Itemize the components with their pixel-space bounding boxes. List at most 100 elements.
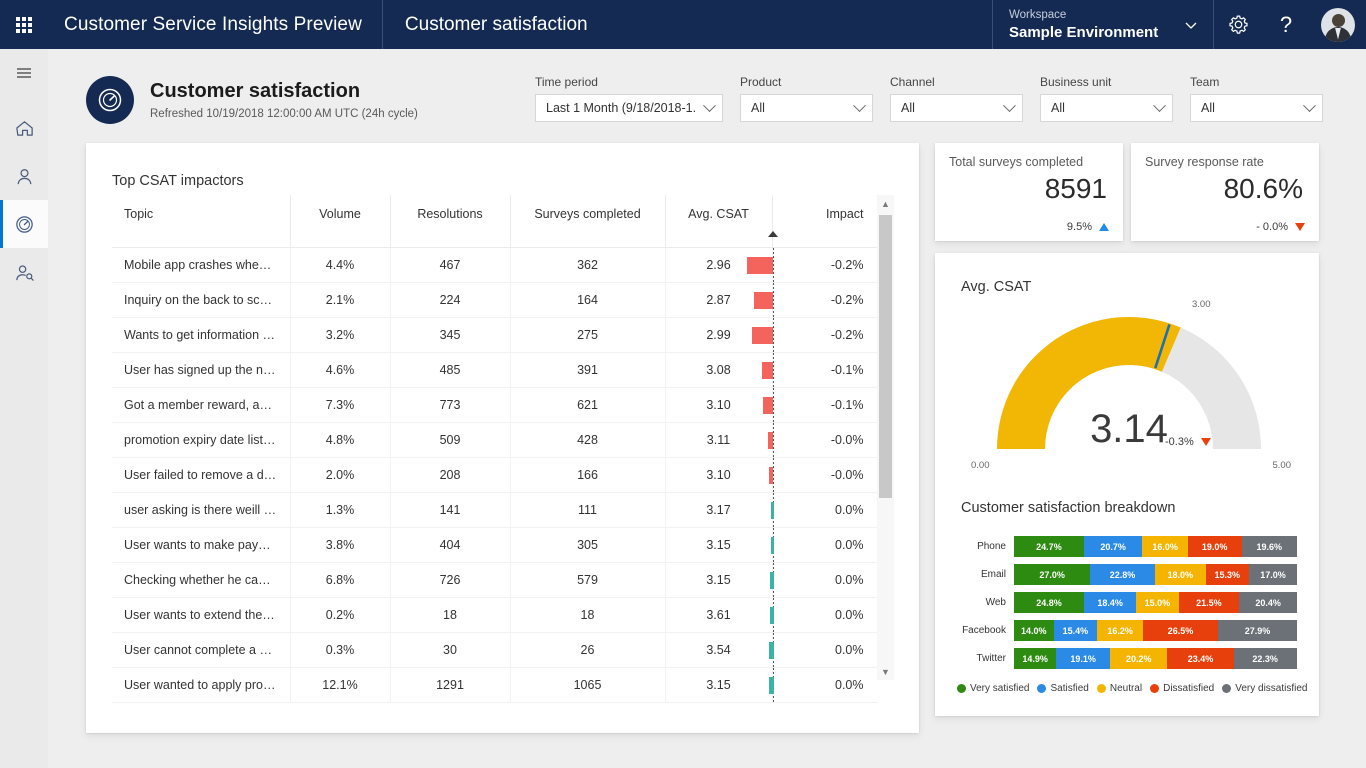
csat-detail-card: Avg. CSAT 3.14 -0.3% 0.00 5.00 3.00 Cust… bbox=[935, 253, 1319, 716]
cell-impact-bar bbox=[761, 352, 774, 388]
filter-business-unit-select[interactable]: All bbox=[1040, 94, 1173, 122]
breakdown-segment[interactable]: 19.0% bbox=[1187, 536, 1242, 557]
sidebar-item-home[interactable] bbox=[0, 104, 48, 152]
app-launcher-button[interactable] bbox=[0, 0, 48, 49]
breakdown-segment[interactable]: 15.0% bbox=[1136, 592, 1179, 613]
cell-resolutions: 467 bbox=[390, 247, 511, 283]
legend-color-dot bbox=[1096, 684, 1106, 693]
sidebar-item-agent[interactable] bbox=[0, 152, 48, 200]
table-row[interactable]: User wants to extend the p... 0.2% 18 18 3.6… bbox=[112, 597, 878, 633]
cell-volume: 3.2% bbox=[290, 317, 391, 353]
breakdown-segment[interactable]: 14.0% bbox=[1014, 620, 1054, 641]
cell-topic: User wants to extend the p... bbox=[112, 597, 291, 633]
table-row[interactable]: Inquiry on the back to scho... 2.1% 224 164… bbox=[112, 282, 878, 318]
breakdown-segment[interactable]: 19.1% bbox=[1056, 648, 1111, 669]
cell-avg-csat: 3.10 bbox=[665, 457, 773, 493]
settings-button[interactable] bbox=[1214, 0, 1262, 49]
cell-avg-csat: 3.15 bbox=[665, 667, 773, 703]
table-row[interactable]: Got a member reward, and ... 7.3% 773 621 3.… bbox=[112, 387, 878, 423]
cell-resolutions: 726 bbox=[390, 562, 511, 598]
table-vertical-scrollbar[interactable]: ▲ ▼ bbox=[877, 195, 894, 680]
breakdown-segment[interactable]: 15.4% bbox=[1053, 620, 1098, 641]
table-row[interactable]: user asking is there weill be... 1.3% 141 1… bbox=[112, 492, 878, 528]
breakdown-segment[interactable]: 16.0% bbox=[1142, 536, 1188, 557]
breakdown-segment[interactable]: 20.7% bbox=[1083, 536, 1143, 557]
kpi-delta: - 0.0% bbox=[1256, 221, 1305, 233]
page-tab-customer-satisfaction[interactable]: Customer satisfaction bbox=[383, 0, 610, 49]
column-header-impact[interactable]: Impact bbox=[772, 195, 878, 248]
breakdown-segment[interactable]: 14.9% bbox=[1014, 648, 1057, 669]
cell-impact: 0.0% bbox=[772, 492, 878, 528]
sidebar-item-customer[interactable] bbox=[0, 248, 48, 296]
table-row[interactable]: promotion expiry date liste... 4.8% 509 428… bbox=[112, 422, 878, 458]
column-header-volume[interactable]: Volume bbox=[290, 195, 391, 248]
person-icon bbox=[17, 168, 31, 184]
breakdown-segment[interactable]: 27.0% bbox=[1014, 564, 1091, 585]
breakdown-segment[interactable]: 18.0% bbox=[1154, 564, 1206, 585]
cell-surveys-completed: 391 bbox=[510, 352, 666, 388]
page-header-text: Customer satisfaction Refreshed 10/19/20… bbox=[150, 76, 418, 122]
breakdown-segment[interactable]: 23.4% bbox=[1167, 648, 1234, 669]
cell-surveys-completed: 305 bbox=[510, 527, 666, 563]
legend-color-dot bbox=[1037, 684, 1047, 693]
cell-topic: User wants to make payme... bbox=[112, 527, 291, 563]
app-brand-title[interactable]: Customer Service Insights Preview bbox=[48, 0, 383, 49]
legend-item[interactable]: Very satisfied bbox=[957, 683, 1029, 694]
table-row[interactable]: Checking whether he can r... 6.8% 726 579 3.… bbox=[112, 562, 878, 598]
legend-item[interactable]: Neutral bbox=[1096, 683, 1142, 694]
scroll-up-icon[interactable]: ▲ bbox=[877, 195, 894, 212]
filter-time-period-select[interactable]: Last 1 Month (9/18/2018-1... bbox=[535, 94, 723, 122]
scrollbar-thumb[interactable] bbox=[879, 215, 892, 498]
sidebar-item-customer-satisfaction[interactable] bbox=[0, 200, 48, 248]
legend-item[interactable]: Dissatisfied bbox=[1150, 683, 1214, 694]
breakdown-segment[interactable]: 19.6% bbox=[1241, 536, 1297, 557]
impact-bar bbox=[769, 606, 774, 624]
breakdown-segment[interactable]: 16.2% bbox=[1097, 620, 1144, 641]
breakdown-segment[interactable]: 22.8% bbox=[1090, 564, 1155, 585]
table-row[interactable]: User cannot complete a pa... 0.3% 30 26 3.54… bbox=[112, 632, 878, 668]
breakdown-segment[interactable]: 21.5% bbox=[1178, 592, 1240, 613]
table-row[interactable]: User failed to remove a de... 2.0% 208 166 3… bbox=[112, 457, 878, 493]
cell-impact-bar bbox=[768, 457, 774, 493]
user-avatar-button[interactable] bbox=[1310, 0, 1366, 49]
breakdown-segment[interactable]: 22.3% bbox=[1233, 648, 1297, 669]
column-header-surveys-completed[interactable]: Surveys completed bbox=[510, 195, 666, 248]
table-row[interactable]: User has signed up the ne... 4.6% 485 391 3.… bbox=[112, 352, 878, 388]
table-row[interactable]: User wanted to apply prom... 12.1% 1291 106… bbox=[112, 667, 878, 703]
breakdown-segment[interactable]: 24.8% bbox=[1014, 592, 1085, 613]
breakdown-segment[interactable]: 17.0% bbox=[1248, 564, 1297, 585]
cell-volume: 4.4% bbox=[290, 247, 391, 283]
breakdown-segment[interactable]: 24.7% bbox=[1014, 536, 1084, 557]
breakdown-stacked-bar: 24.7% 20.7% 16.0% 19.0% 19.6% bbox=[1014, 536, 1297, 557]
breakdown-segment[interactable]: 26.5% bbox=[1143, 620, 1219, 641]
cell-impact: -0.2% bbox=[772, 247, 878, 283]
breakdown-stacked-bar: 24.8% 18.4% 15.0% 21.5% 20.4% bbox=[1014, 592, 1297, 613]
legend-item[interactable]: Satisfied bbox=[1037, 683, 1089, 694]
table-header-row: Topic Volume Resolutions Surveys complet… bbox=[112, 195, 878, 248]
filter-channel-select[interactable]: All bbox=[890, 94, 1023, 122]
filter-team-select[interactable]: All bbox=[1190, 94, 1323, 122]
table-row[interactable]: Mobile app crashes when t... 4.4% 467 362 2.… bbox=[112, 247, 878, 283]
table-row[interactable]: Wants to get information o... 3.2% 345 275 2… bbox=[112, 317, 878, 353]
column-header-topic[interactable]: Topic bbox=[112, 195, 291, 248]
legend-color-dot bbox=[1222, 684, 1232, 693]
breakdown-segment[interactable]: 20.2% bbox=[1110, 648, 1168, 669]
column-header-avg-csat[interactable]: Avg. CSAT bbox=[665, 195, 773, 248]
cell-resolutions: 773 bbox=[390, 387, 511, 423]
breakdown-segment[interactable]: 20.4% bbox=[1239, 592, 1297, 613]
legend-item[interactable]: Very dissatisfied bbox=[1222, 683, 1308, 694]
help-button[interactable]: ? bbox=[1262, 0, 1310, 49]
scroll-down-icon[interactable]: ▼ bbox=[877, 663, 894, 680]
cell-impact: -0.1% bbox=[772, 352, 878, 388]
kpi-value: 80.6% bbox=[1223, 173, 1303, 204]
filter-product-select[interactable]: All bbox=[740, 94, 873, 122]
sidebar-item-hamburger[interactable] bbox=[0, 49, 48, 97]
cell-surveys-completed: 362 bbox=[510, 247, 666, 283]
breakdown-segment[interactable]: 15.3% bbox=[1205, 564, 1249, 585]
cell-volume: 6.8% bbox=[290, 562, 391, 598]
breakdown-segment[interactable]: 27.9% bbox=[1218, 620, 1297, 641]
table-row[interactable]: User wants to make payme... 3.8% 404 305 3.1… bbox=[112, 527, 878, 563]
column-header-resolutions[interactable]: Resolutions bbox=[390, 195, 511, 248]
breakdown-segment[interactable]: 18.4% bbox=[1084, 592, 1137, 613]
workspace-selector[interactable]: Workspace Sample Environment bbox=[992, 0, 1214, 49]
